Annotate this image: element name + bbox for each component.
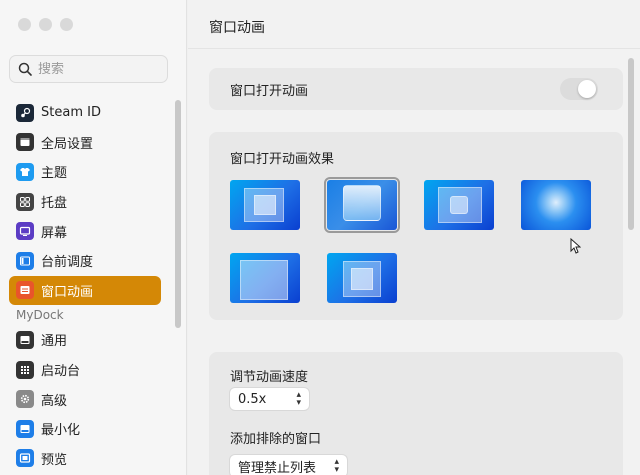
- window-icon: [16, 133, 34, 152]
- preview-icon: [16, 449, 34, 468]
- sidebar-item-steam-id[interactable]: Steam ID: [9, 98, 161, 128]
- page-title: 窗口动画: [209, 20, 265, 36]
- general-icon: [16, 330, 34, 349]
- sidebar-item-label: 高级: [41, 393, 68, 409]
- sidebar-item-minimize[interactable]: 最小化: [9, 414, 161, 444]
- sidebar-item-preview[interactable]: 预览: [9, 444, 161, 474]
- tray-grid-icon: [16, 192, 34, 211]
- sidebar-item-launchpad[interactable]: 启动台: [9, 355, 161, 385]
- minimize-window-button[interactable]: [39, 18, 52, 31]
- effect-option-6[interactable]: [327, 253, 397, 303]
- sidebar-item-label: Steam ID: [41, 105, 101, 121]
- effect-option-1[interactable]: [230, 180, 300, 230]
- sidebar-item-theme[interactable]: 主题: [9, 157, 161, 187]
- mouse-cursor-icon: [570, 238, 581, 254]
- launchpad-icon: [16, 360, 34, 379]
- minimize-icon: [16, 419, 34, 438]
- search-icon: [18, 62, 32, 76]
- toggle-knob: [578, 80, 596, 98]
- sidebar-item-general[interactable]: 通用: [9, 325, 161, 355]
- sidebar-nav: Steam ID 全局设置 主题 托盘 屏幕 台前调度 窗口动画 MyDock …: [9, 98, 161, 473]
- sidebar-item-label: 启动台: [41, 364, 81, 380]
- main-panel: 窗口动画 窗口打开动画 窗口打开动画效果 调节动画速度 0.5x ▴ ▾ 添加排…: [188, 0, 640, 475]
- sidebar-item-label: 窗口动画: [41, 284, 94, 300]
- sidebar: Steam ID 全局设置 主题 托盘 屏幕: [0, 0, 187, 475]
- window-controls: [18, 18, 73, 31]
- effect-option-5[interactable]: [230, 253, 300, 303]
- main-scrollbar[interactable]: [628, 58, 634, 230]
- sidebar-item-advanced[interactable]: 高级: [9, 384, 161, 414]
- header-divider: [188, 48, 640, 49]
- sidebar-item-label: 屏幕: [41, 225, 68, 241]
- zoom-window-button[interactable]: [60, 18, 73, 31]
- animation-effect-card: 窗口打开动画效果: [209, 132, 623, 320]
- sidebar-item-global-settings[interactable]: 全局设置: [9, 128, 161, 158]
- effect-option-2[interactable]: [324, 177, 400, 233]
- close-window-button[interactable]: [18, 18, 31, 31]
- screen-icon: [16, 222, 34, 241]
- sidebar-item-label: 通用: [41, 334, 68, 350]
- sidebar-item-window-animation[interactable]: 窗口动画: [9, 275, 161, 306]
- chevron-updown-icon: ▴ ▾: [296, 390, 301, 408]
- open-animation-label: 窗口打开动画: [230, 84, 309, 99]
- speed-label: 调节动画速度: [230, 370, 309, 385]
- effect-option-4[interactable]: [521, 180, 591, 230]
- sidebar-section-mydock: MyDock: [16, 308, 64, 323]
- search-box[interactable]: [9, 55, 168, 83]
- sidebar-item-label: 主题: [41, 166, 68, 182]
- window-animation-icon: [16, 281, 34, 300]
- sidebar-item-screen[interactable]: 屏幕: [9, 216, 161, 246]
- exclude-list-button[interactable]: 管理禁止列表 ▴ ▾: [230, 455, 347, 475]
- speed-value: 0.5x: [238, 391, 267, 407]
- sidebar-item-stage-manager[interactable]: 台前调度: [9, 246, 161, 276]
- animation-settings-card: 调节动画速度 0.5x ▴ ▾ 添加排除的窗口 管理禁止列表 ▴ ▾: [209, 352, 623, 475]
- chevron-updown-icon: ▴ ▾: [334, 457, 339, 475]
- sidebar-item-label: 托盘: [41, 196, 68, 212]
- sidebar-item-label: 最小化: [41, 423, 81, 439]
- sidebar-item-label: 台前调度: [41, 255, 94, 271]
- sidebar-item-tray[interactable]: 托盘: [9, 187, 161, 217]
- effect-section-label: 窗口打开动画效果: [230, 152, 335, 167]
- stage-manager-icon: [16, 251, 34, 270]
- exclude-label: 添加排除的窗口: [230, 432, 322, 447]
- sidebar-item-label: 预览: [41, 452, 68, 468]
- search-input[interactable]: [38, 61, 148, 77]
- steam-icon: [16, 103, 34, 122]
- speed-select[interactable]: 0.5x ▴ ▾: [230, 388, 309, 410]
- sidebar-scrollbar[interactable]: [175, 100, 181, 328]
- effect-option-3[interactable]: [424, 180, 494, 230]
- gear-icon: [16, 390, 34, 409]
- sidebar-item-label: 全局设置: [41, 136, 94, 152]
- exclude-button-label: 管理禁止列表: [238, 460, 317, 475]
- shirt-icon: [16, 162, 34, 181]
- open-animation-toggle[interactable]: [560, 78, 598, 100]
- open-animation-card: 窗口打开动画: [209, 68, 623, 110]
